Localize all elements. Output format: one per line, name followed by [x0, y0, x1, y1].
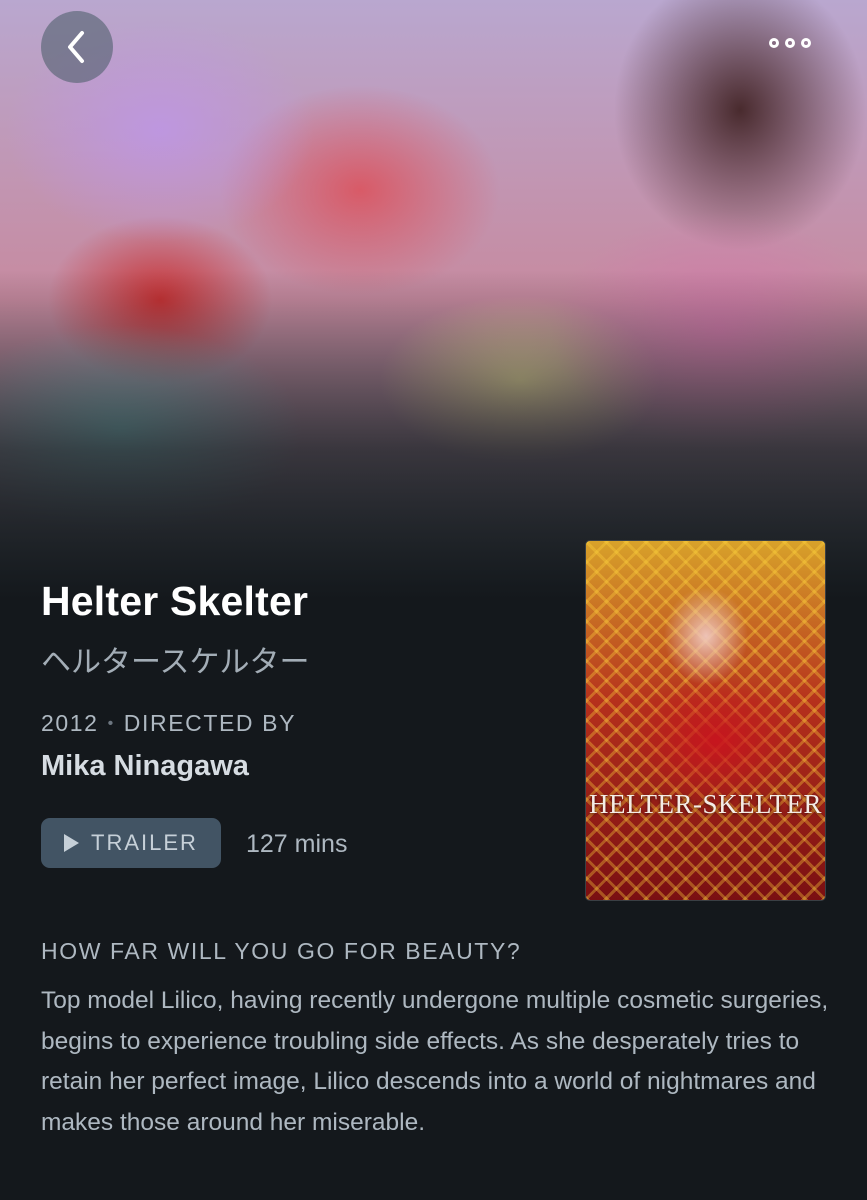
backdrop-image	[0, 0, 867, 600]
more-options-icon	[769, 38, 779, 48]
back-button[interactable]	[41, 11, 113, 83]
backdrop-fade	[0, 0, 867, 600]
more-options-icon	[785, 38, 795, 48]
more-options-button[interactable]	[750, 18, 830, 68]
film-title: Helter Skelter	[41, 578, 309, 624]
director-name[interactable]: Mika Ninagawa	[41, 750, 249, 783]
runtime: 127 mins	[246, 830, 348, 858]
play-icon	[64, 834, 80, 852]
film-meta: 2012 • DIRECTED BY	[41, 710, 296, 737]
poster-title: HELTER-SKELTER	[588, 789, 822, 819]
film-original-title: ヘルタースケルター	[41, 645, 310, 680]
trailer-button-label: TRAILER	[91, 830, 198, 855]
film-synopsis: Top model Lilico, having recently underg…	[41, 987, 829, 1136]
more-options-icon	[801, 38, 811, 48]
separator-dot: •	[107, 714, 115, 732]
trailer-button[interactable]: TRAILER	[41, 818, 221, 868]
chevron-left-icon	[68, 31, 84, 63]
film-tagline: HOW FAR WILL YOU GO FOR BEAUTY?	[41, 938, 522, 964]
film-poster[interactable]: HELTER-SKELTER	[585, 540, 826, 901]
directed-by-label: DIRECTED BY	[123, 710, 297, 736]
release-year[interactable]: 2012	[41, 710, 99, 737]
